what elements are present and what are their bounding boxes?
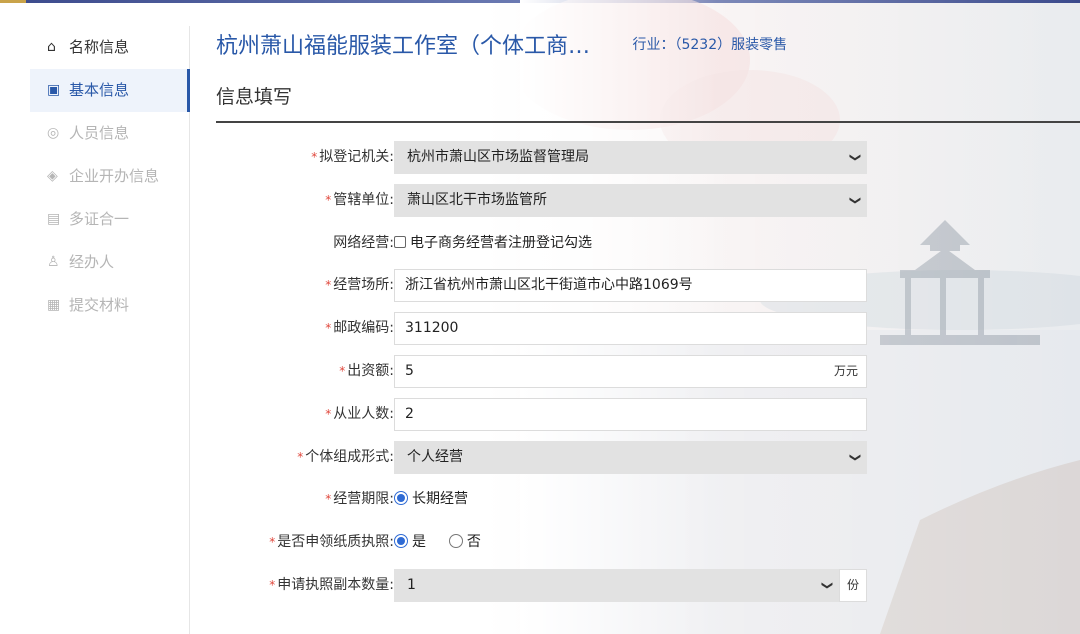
- required-mark: *: [297, 450, 304, 464]
- shield-icon: ◈: [47, 168, 58, 184]
- composition-select[interactable]: 个人经营 ❯: [394, 441, 867, 474]
- business-premises-row: * 经营场所: 浙江省杭州市萧山区北干街道市心中路1069号: [216, 267, 880, 303]
- paper-license-yes-label: 是: [412, 534, 426, 550]
- chevron-down-icon: ❯: [848, 152, 862, 163]
- section-title: 信息填写: [216, 86, 293, 108]
- registration-authority-row: * 拟登记机关: 杭州市萧山区市场监督管理局 ❯: [216, 139, 880, 175]
- paper-license-label: 是否申领纸质执照:: [277, 534, 394, 550]
- required-mark: *: [325, 321, 332, 335]
- ecommerce-option-label: 电子商务经营者注册登记勾选: [410, 235, 592, 251]
- business-premises-label: 经营场所:: [333, 277, 394, 293]
- sidebar-item-name-info[interactable]: ⌂ 名称信息: [0, 26, 189, 69]
- jurisdiction-row: * 管辖单位: 萧山区北干市场监管所 ❯: [216, 182, 880, 218]
- postal-code-row: * 邮政编码: 311200: [216, 310, 880, 346]
- paper-license-no-radio[interactable]: [448, 534, 463, 548]
- registration-authority-select[interactable]: 杭州市萧山区市场监督管理局 ❯: [394, 141, 867, 174]
- required-mark: *: [269, 535, 276, 549]
- company-name: 杭州萧山福能服装工作室（个体工商…: [216, 34, 591, 59]
- certificate-icon: ▤: [47, 211, 61, 227]
- long-term-label: 长期经营: [412, 491, 468, 507]
- ecommerce-checkbox[interactable]: [394, 236, 406, 248]
- sidebar-item-multi-cert[interactable]: ▤ 多证合一: [0, 198, 189, 241]
- chevron-down-icon: ❯: [848, 195, 862, 206]
- sidebar-item-label: 经办人: [69, 253, 115, 271]
- capital-value: 5: [405, 363, 414, 379]
- required-mark: *: [311, 150, 318, 164]
- section-divider: [216, 121, 1080, 123]
- employees-label: 从业人数:: [333, 406, 394, 422]
- required-mark: *: [325, 278, 332, 292]
- industry-label: 行业：（5232）服装零售: [632, 37, 788, 53]
- jurisdiction-select[interactable]: 萧山区北干市场监管所 ❯: [394, 184, 867, 217]
- form-icon: ▣: [47, 82, 61, 98]
- sidebar-item-personnel-info[interactable]: ◎ 人员信息: [0, 112, 189, 155]
- long-term-radio[interactable]: [394, 491, 408, 505]
- paper-license-no-label: 否: [466, 534, 481, 550]
- document-icon: ▦: [47, 297, 61, 313]
- capital-unit: 万元: [833, 364, 858, 378]
- top-strip: [0, 0, 1080, 3]
- sidebar-item-submit-materials[interactable]: ▦ 提交材料: [0, 284, 189, 327]
- home-icon: ⌂: [47, 39, 56, 55]
- postal-code-input[interactable]: 311200: [394, 312, 867, 345]
- required-mark: *: [325, 407, 332, 421]
- required-mark: *: [339, 364, 346, 378]
- logo-badge: [0, 0, 26, 3]
- employees-row: * 从业人数: 2: [216, 396, 880, 432]
- capital-input[interactable]: 5 万元: [394, 355, 867, 388]
- business-term-row: * 经营期限: 长期经营: [216, 481, 880, 517]
- online-business-label: 网络经营:: [333, 235, 394, 251]
- sidebar-item-basic-info[interactable]: ▣ 基本信息: [30, 69, 190, 112]
- chevron-down-icon: ❯: [848, 452, 862, 463]
- registration-authority-value: 杭州市萧山区市场监督管理局: [407, 149, 589, 165]
- user-circle-icon: ◎: [47, 125, 60, 141]
- capital-row: * 出资额: 5 万元: [216, 353, 880, 389]
- business-premises-input[interactable]: 浙江省杭州市萧山区北干街道市心中路1069号: [394, 269, 867, 302]
- online-business-row: 网络经营: 电子商务经营者注册登记勾选: [216, 225, 880, 261]
- person-icon: ♙: [47, 254, 60, 270]
- composition-value: 个人经营: [407, 449, 463, 465]
- sidebar-item-agent[interactable]: ♙ 经办人: [0, 241, 189, 284]
- sidebar-item-label: 人员信息: [69, 124, 130, 142]
- registration-authority-label: 拟登记机关:: [319, 149, 394, 165]
- sidebar-item-label: 基本信息: [69, 81, 130, 99]
- sidebar: ⌂ 名称信息 ▣ 基本信息 ◎ 人员信息 ◈ 企业开办信息 ▤ 多证合一 ♙ 经…: [0, 26, 190, 634]
- required-mark: *: [325, 193, 332, 207]
- capital-label: 出资额:: [347, 363, 394, 379]
- paper-license-row: * 是否申领纸质执照: 是 否: [216, 524, 880, 560]
- sidebar-item-label: 多证合一: [69, 210, 130, 228]
- paper-license-yes-radio[interactable]: [394, 534, 408, 548]
- jurisdiction-label: 管辖单位:: [333, 192, 394, 208]
- jurisdiction-value: 萧山区北干市场监管所: [407, 192, 547, 208]
- required-mark: *: [325, 492, 332, 506]
- page-header: 杭州萧山福能服装工作室（个体工商… 行业：（5232）服装零售: [216, 28, 1076, 68]
- composition-label: 个体组成形式:: [305, 449, 394, 465]
- employees-input[interactable]: 2: [394, 398, 867, 431]
- required-mark: *: [269, 578, 276, 592]
- license-copies-select[interactable]: 1 ❯: [394, 569, 839, 602]
- sidebar-item-label: 名称信息: [69, 38, 130, 56]
- license-copies-value: 1: [407, 577, 416, 593]
- business-term-label: 经营期限:: [333, 491, 394, 507]
- sidebar-item-enterprise-info[interactable]: ◈ 企业开办信息: [0, 155, 189, 198]
- sidebar-item-label: 提交材料: [69, 296, 130, 314]
- license-copies-row: * 申请执照副本数量: 1 ❯ 份: [216, 567, 880, 603]
- composition-row: * 个体组成形式: 个人经营 ❯: [216, 439, 880, 475]
- postal-code-label: 邮政编码:: [333, 320, 394, 336]
- license-copies-unit: 份: [839, 569, 867, 602]
- sidebar-item-label: 企业开办信息: [69, 167, 160, 185]
- license-copies-label: 申请执照副本数量:: [277, 577, 394, 593]
